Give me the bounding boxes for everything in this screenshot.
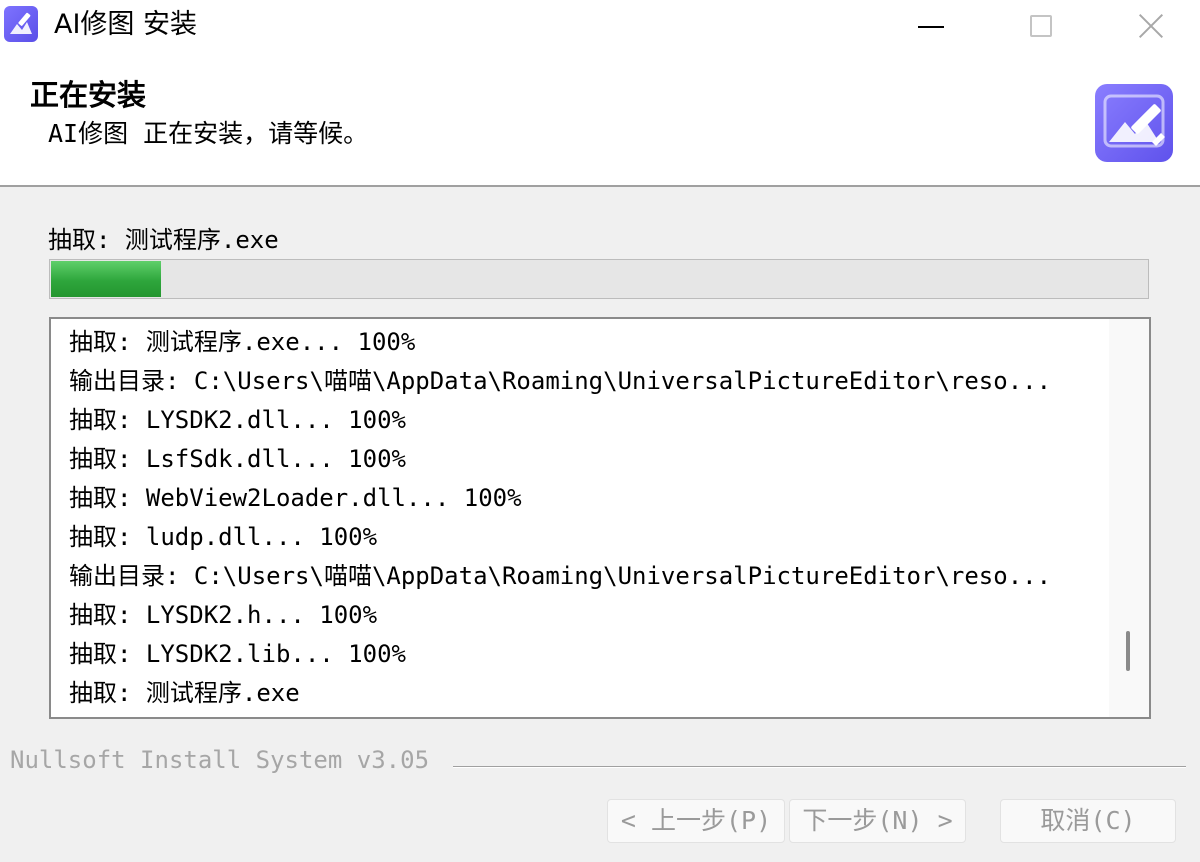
footer-divider — [453, 766, 1186, 768]
image-edit-logo-icon — [1095, 84, 1173, 162]
install-log[interactable]: 抽取: 测试程序.exe... 100% 输出目录: C:\Users\喵喵\A… — [49, 317, 1151, 719]
log-line: 抽取: 测试程序.exe — [69, 679, 300, 707]
log-line: 抽取: WebView2Loader.dll... 100% — [69, 484, 522, 512]
maximize-button[interactable] — [986, 0, 1096, 52]
log-line: 抽取: LYSDK2.dll... 100% — [69, 406, 406, 434]
cancel-button[interactable]: 取消(C) — [1000, 799, 1176, 843]
close-icon — [1137, 12, 1165, 40]
status-text: 抽取: 测试程序.exe — [48, 226, 279, 254]
log-line: 抽取: ludp.dll... 100% — [69, 523, 378, 551]
log-line: 抽取: 测试程序.exe... 100% — [69, 328, 416, 356]
log-line: 抽取: LYSDK2.h... 100% — [69, 601, 378, 629]
progress-bar — [49, 259, 1149, 299]
back-button[interactable]: < 上一步(P) — [607, 799, 785, 843]
scrollbar-thumb[interactable] — [1126, 631, 1130, 671]
maximize-icon — [1030, 15, 1052, 37]
header-panel: 正在安装 AI修图 正在安装，请等候。 — [0, 52, 1200, 187]
log-line: 抽取: LYSDK2.lib... 100% — [69, 640, 406, 668]
progress-fill — [51, 261, 161, 297]
log-line: 输出目录: C:\Users\喵喵\AppData\Roaming\Univer… — [69, 367, 1052, 395]
log-list: 抽取: 测试程序.exe... 100% 输出目录: C:\Users\喵喵\A… — [69, 323, 1109, 713]
app-logo-icon — [4, 6, 38, 42]
close-button[interactable] — [1096, 0, 1200, 52]
minimize-icon — [918, 26, 944, 28]
page-subtitle: AI修图 正在安装，请等候。 — [48, 119, 369, 148]
branding-text: Nullsoft Install System v3.05 — [10, 746, 430, 774]
minimize-button[interactable] — [876, 0, 986, 52]
log-line: 抽取: LsfSdk.dll... 100% — [69, 445, 406, 473]
log-scrollbar[interactable] — [1109, 319, 1149, 717]
next-button[interactable]: 下一步(N) > — [789, 799, 966, 843]
log-line: 输出目录: C:\Users\喵喵\AppData\Roaming\Univer… — [69, 562, 1052, 590]
title-bar: AI修图 安装 — [0, 0, 1200, 52]
page-title: 正在安装 — [30, 78, 147, 112]
window-title: AI修图 安装 — [54, 9, 198, 40]
